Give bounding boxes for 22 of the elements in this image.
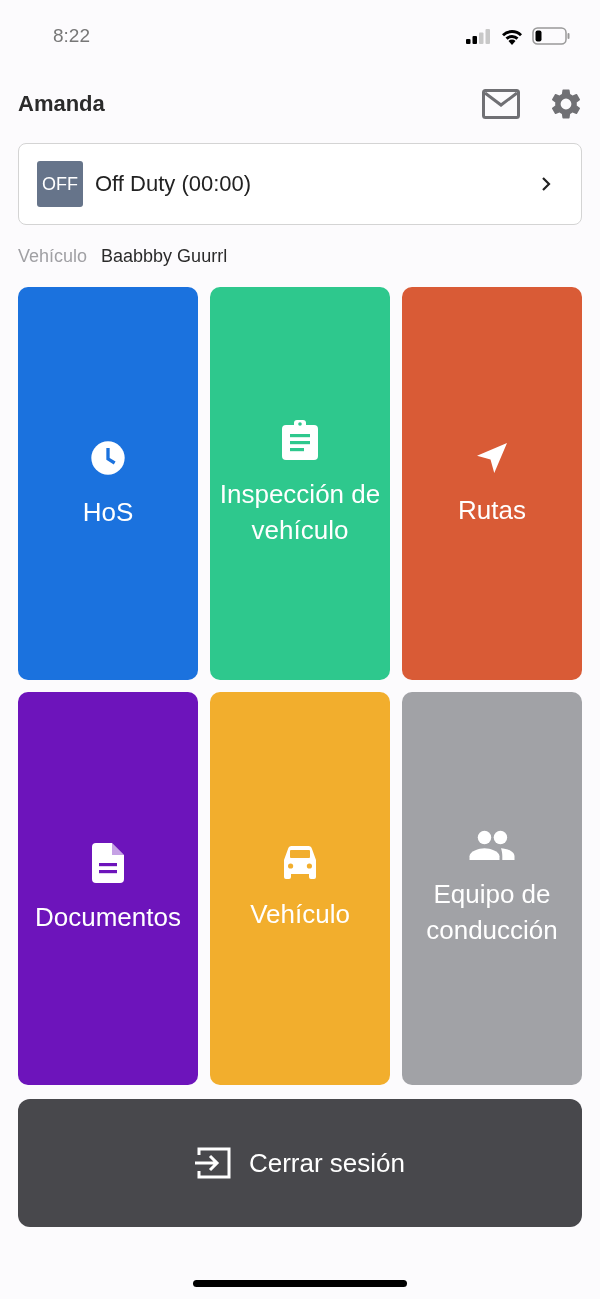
document-icon — [92, 842, 124, 883]
people-icon — [469, 829, 515, 860]
clipboard-icon — [282, 419, 318, 460]
status-time: 8:22 — [53, 25, 90, 47]
vehicle-label: Vehículo — [18, 245, 88, 267]
menu-tile[interactable]: HoS — [18, 287, 198, 680]
user-name: Amanda — [18, 91, 105, 117]
menu-tile[interactable]: Rutas — [402, 287, 582, 680]
duty-status-label: Off Duty (00:00) — [95, 171, 253, 197]
battery-icon — [532, 27, 570, 45]
signal-icon — [466, 28, 492, 44]
duty-badge: OFF — [37, 161, 83, 207]
logout-button[interactable]: Cerrar sesión — [18, 1099, 582, 1227]
chevron-icon — [541, 176, 551, 192]
logout-icon — [194, 1145, 233, 1181]
wifi-icon — [500, 27, 524, 45]
car-icon — [282, 845, 318, 880]
menu-tile[interactable]: Documentos — [18, 692, 198, 1085]
menu-tile[interactable]: Equipo de conducción — [402, 692, 582, 1085]
mail-icon[interactable] — [482, 89, 520, 119]
duty-status-card[interactable]: OFF Off Duty (00:00) — [18, 143, 582, 225]
vehicle-name: Baabbby Guurrl — [101, 245, 228, 267]
